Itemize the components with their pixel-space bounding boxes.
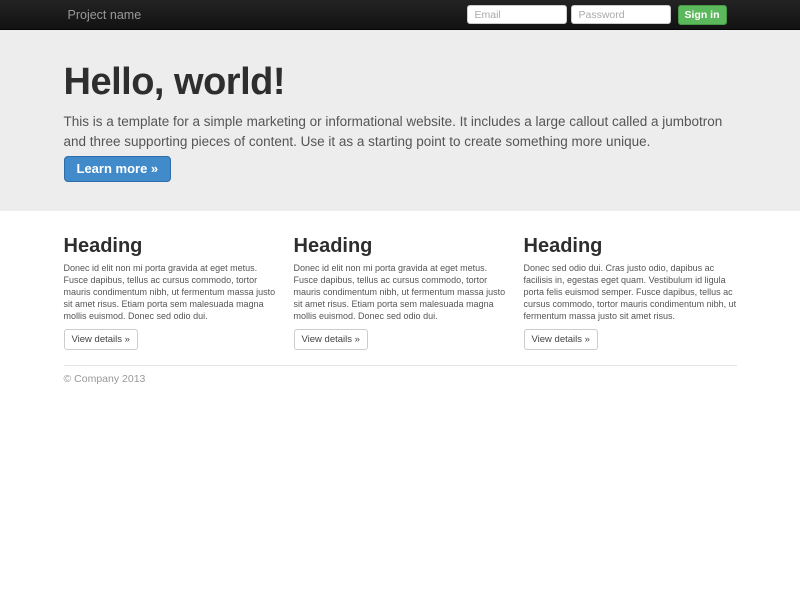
column-3-heading: Heading [523, 234, 603, 257]
column-1: Heading Donec id elit non mi porta gravi… [63, 234, 277, 350]
learn-more-button[interactable]: Learn more » [63, 155, 172, 182]
sign-in-button[interactable]: Sign in [677, 4, 727, 25]
column-2-text: Donec id elit non mi porta gravida at eg… [293, 262, 506, 321]
password-field[interactable] [570, 5, 671, 24]
footer-divider [63, 364, 737, 366]
top-navbar: Project name Sign in [0, 0, 800, 30]
brand-link[interactable]: Project name [64, 8, 142, 22]
column-3-text: Donec sed odio dui. Cras justo odio, dap… [523, 262, 737, 321]
columns-row: Heading Donec id elit non mi porta gravi… [63, 234, 737, 350]
view-details-button-3[interactable]: View details » [523, 328, 598, 350]
view-details-button-2[interactable]: View details » [293, 328, 368, 350]
page-title: Hello, world! [63, 61, 286, 103]
jumbotron: Hello, world! This is a template for a s… [0, 30, 800, 211]
view-details-button-1[interactable]: View details » [63, 328, 138, 350]
signin-form: Sign in [466, 4, 727, 25]
column-2: Heading Donec id elit non mi porta gravi… [293, 234, 507, 350]
column-1-heading: Heading [63, 234, 143, 257]
footer: © Company 2013 [63, 364, 737, 385]
copyright-text: © Company 2013 [63, 372, 146, 385]
jumbotron-description: This is a template for a simple marketin… [63, 113, 723, 149]
marketing-content: Heading Donec id elit non mi porta gravi… [63, 234, 737, 385]
column-1-text: Donec id elit non mi porta gravida at eg… [63, 262, 276, 321]
column-2-heading: Heading [293, 234, 373, 257]
column-3: Heading Donec sed odio dui. Cras justo o… [523, 234, 737, 350]
email-field[interactable] [466, 5, 567, 24]
